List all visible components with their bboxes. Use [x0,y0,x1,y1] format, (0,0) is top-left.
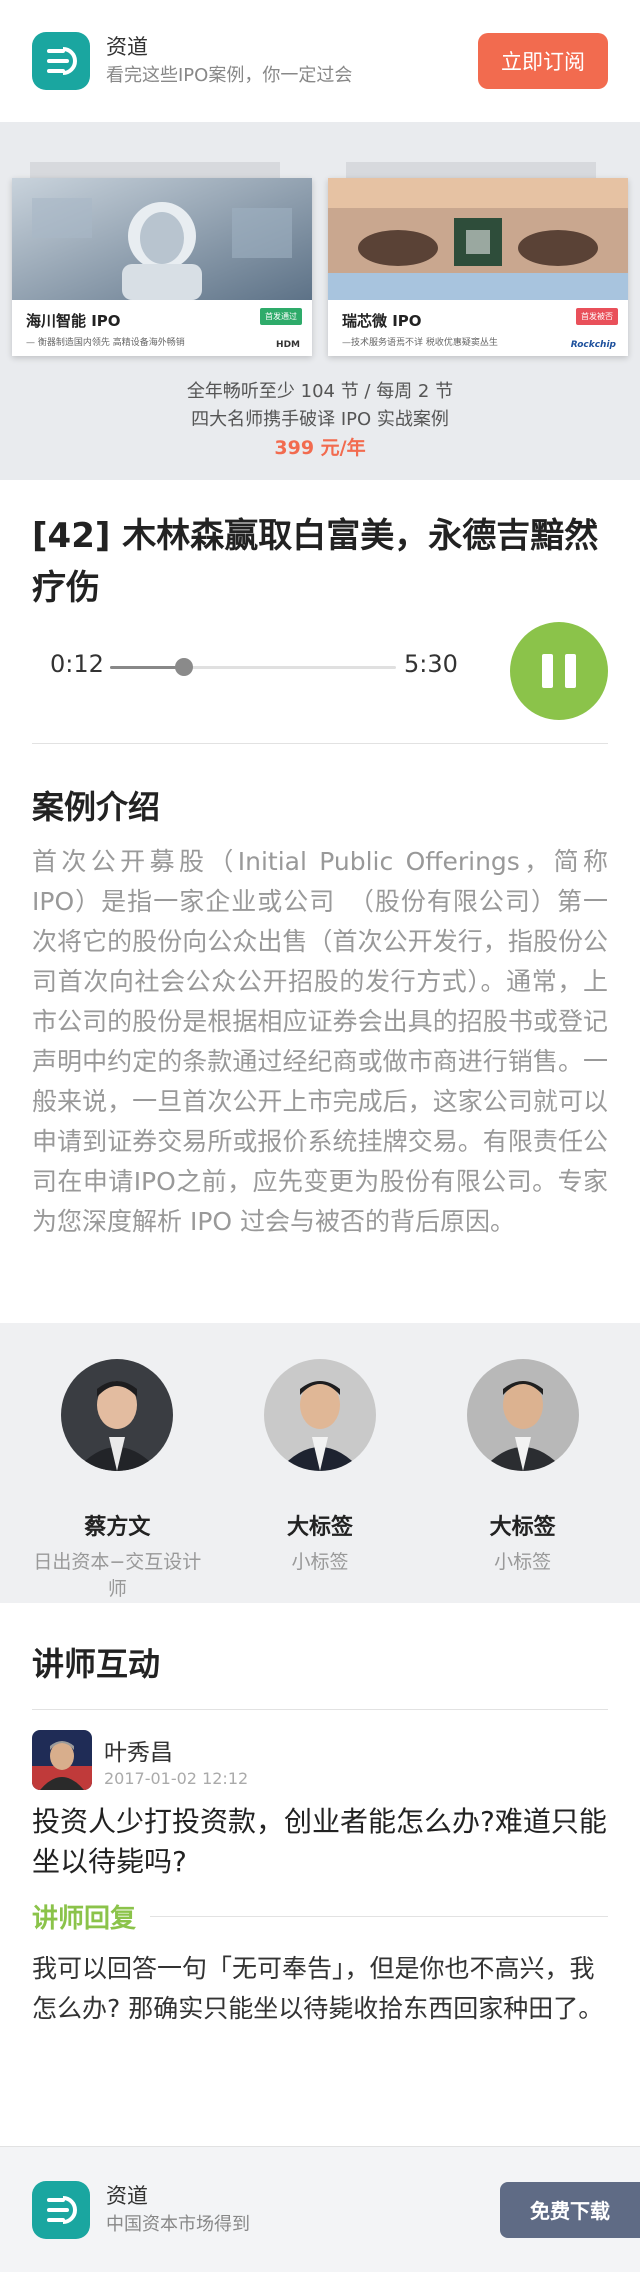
intro-heading: 案例介绍 [32,788,161,826]
promo-line-2: 四大名师携手破译 IPO 实战案例 [191,409,449,430]
avatar [61,1359,174,1471]
app-logo-icon [32,32,90,90]
case-card-caption: 海川智能 IPO — 衡器制造国内领先 高精设备海外畅销 首发通过 HDM [12,300,312,356]
comment-item: 叶秀昌 2017-01-02 12:12 投资人少打投资款，创业者能怎么办?难道… [0,1710,640,2029]
app-info: 资道 看完这些IPO案例，你一定过会 [106,33,478,89]
app-tagline: 看完这些IPO案例，你一定过会 [106,65,353,86]
promo-line-1: 全年畅听至少 104 节 / 每周 2 节 [186,381,454,402]
teacher-role: 小标签 [291,1551,349,1573]
teacher-card[interactable]: 蔡方文 日出资本−交互设计师 [32,1359,202,1603]
teacher-card[interactable]: 大标签 小标签 [235,1359,405,1603]
case-card-caption: 瑞芯微 IPO —技术服务语焉不详 税收优惠疑窦丛生 首发被否 Rockchip [328,300,628,356]
promo-banner[interactable]: 海川智能 IPO — 衡器制造国内领先 高精设备海外畅销 首发通过 HDM 瑞芯… [0,122,640,480]
comment-date: 2017-01-02 12:12 [104,1768,249,1788]
pause-button[interactable] [510,622,608,720]
brand-logo: Rockchip [570,340,616,350]
pause-icon [542,654,553,688]
teacher-list: 蔡方文 日出资本−交互设计师 大标签 小标签 大标签 小标签 [0,1323,640,1603]
avatar[interactable] [32,1730,92,1790]
download-banner: 资道 中国资本市场得到 免费下载 [0,2146,640,2272]
avatar [466,1359,579,1471]
teacher-role: 小标签 [494,1551,552,1573]
reply-label: 讲师回复 [32,1904,137,1934]
comment-user: 叶秀昌 2017-01-02 12:12 [104,1733,248,1788]
app-logo-icon [32,2180,90,2239]
progress-knob[interactable] [175,658,194,676]
brand-logo: HDM [276,340,300,350]
promo-text: 全年畅听至少 104 节 / 每周 2 节 四大名师携手破译 IPO 实战案例 … [0,378,640,462]
progress-slider[interactable] [110,658,396,676]
robot-image [12,178,312,300]
subscribe-button[interactable]: 立即订阅 [478,33,608,89]
case-card-right[interactable]: 瑞芯微 IPO —技术服务语焉不详 税收优惠疑窦丛生 首发被否 Rockchip [328,178,628,356]
teacher-card[interactable]: 大标签 小标签 [438,1359,608,1603]
audio-player: 0:12 5:30 [32,614,608,744]
divider [150,1916,608,1917]
app-banner: 资道 看完这些IPO案例，你一定过会 立即订阅 [0,0,640,122]
status-badge: 首发通过 [260,308,302,325]
comment-question: 投资人少打投资款，创业者能怎么办?难道只能坐以待毙吗? [32,1805,607,1878]
comment-header: 叶秀昌 2017-01-02 12:12 [32,1730,608,1790]
teacher-name: 大标签 [286,1515,353,1540]
status-badge: 首发被否 [576,308,618,325]
current-time: 0:12 [50,650,104,678]
comment-username: 叶秀昌 [104,1739,173,1766]
case-subtitle: — 衡器制造国内领先 高精设备海外畅销 [26,338,185,348]
intro-body: 首次公开募股（Initial Public Offerings，简称IPO）是指… [32,847,608,1236]
progress-fill [110,666,185,669]
case-title: 瑞芯微 IPO [342,312,422,330]
total-time: 5:30 [404,650,458,678]
download-button[interactable]: 免费下载 [500,2181,640,2238]
app-tagline: 中国资本市场得到 [106,2213,250,2235]
pause-icon [565,654,576,688]
episode-title: [42] 木林森赢取白富美，永德吉黯然疗伤 [32,516,599,608]
teacher-role: 日出资本−交互设计师 [33,1551,202,1600]
case-card-left[interactable]: 海川智能 IPO — 衡器制造国内领先 高精设备海外畅销 首发通过 HDM [12,178,312,356]
promo-price: 399 元/年 [274,437,366,459]
app-name: 资道 [106,35,148,59]
app-info: 资道 中国资本市场得到 [106,2182,500,2238]
teacher-name: 蔡方文 [84,1515,151,1540]
interaction-heading: 讲师互动 [32,1645,161,1683]
avatar [263,1359,376,1471]
teacher-name: 大标签 [489,1515,556,1540]
page: 资道 看完这些IPO案例，你一定过会 立即订阅 海川智能 IPO — 衡器制造国… [0,0,640,2272]
reply-text: 我可以回答一句「无可奉告」，但是你也不高兴，我怎么办? 那确实只能坐以待毙收拾东… [32,1954,604,2023]
reply-header: 讲师回复 [32,1898,608,1935]
case-title: 海川智能 IPO [26,312,121,330]
app-name: 资道 [106,2183,148,2208]
chip-image [328,178,628,300]
